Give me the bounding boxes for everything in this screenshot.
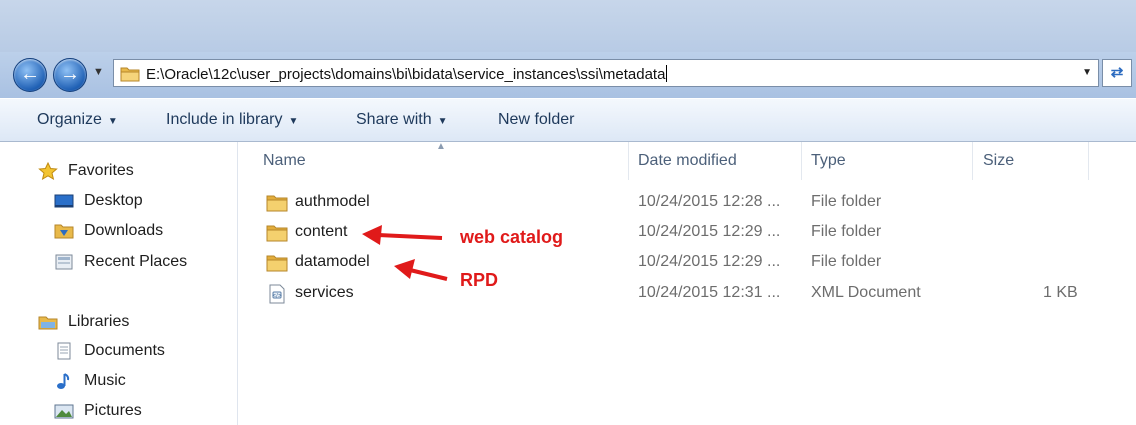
web-catalog-arrow: [362, 225, 443, 245]
web-catalog-annotation: web catalog: [460, 227, 564, 247]
rpd-annotation: RPD: [460, 270, 499, 290]
rpd-arrow: [394, 259, 448, 281]
annotation-arrows: [362, 225, 448, 281]
